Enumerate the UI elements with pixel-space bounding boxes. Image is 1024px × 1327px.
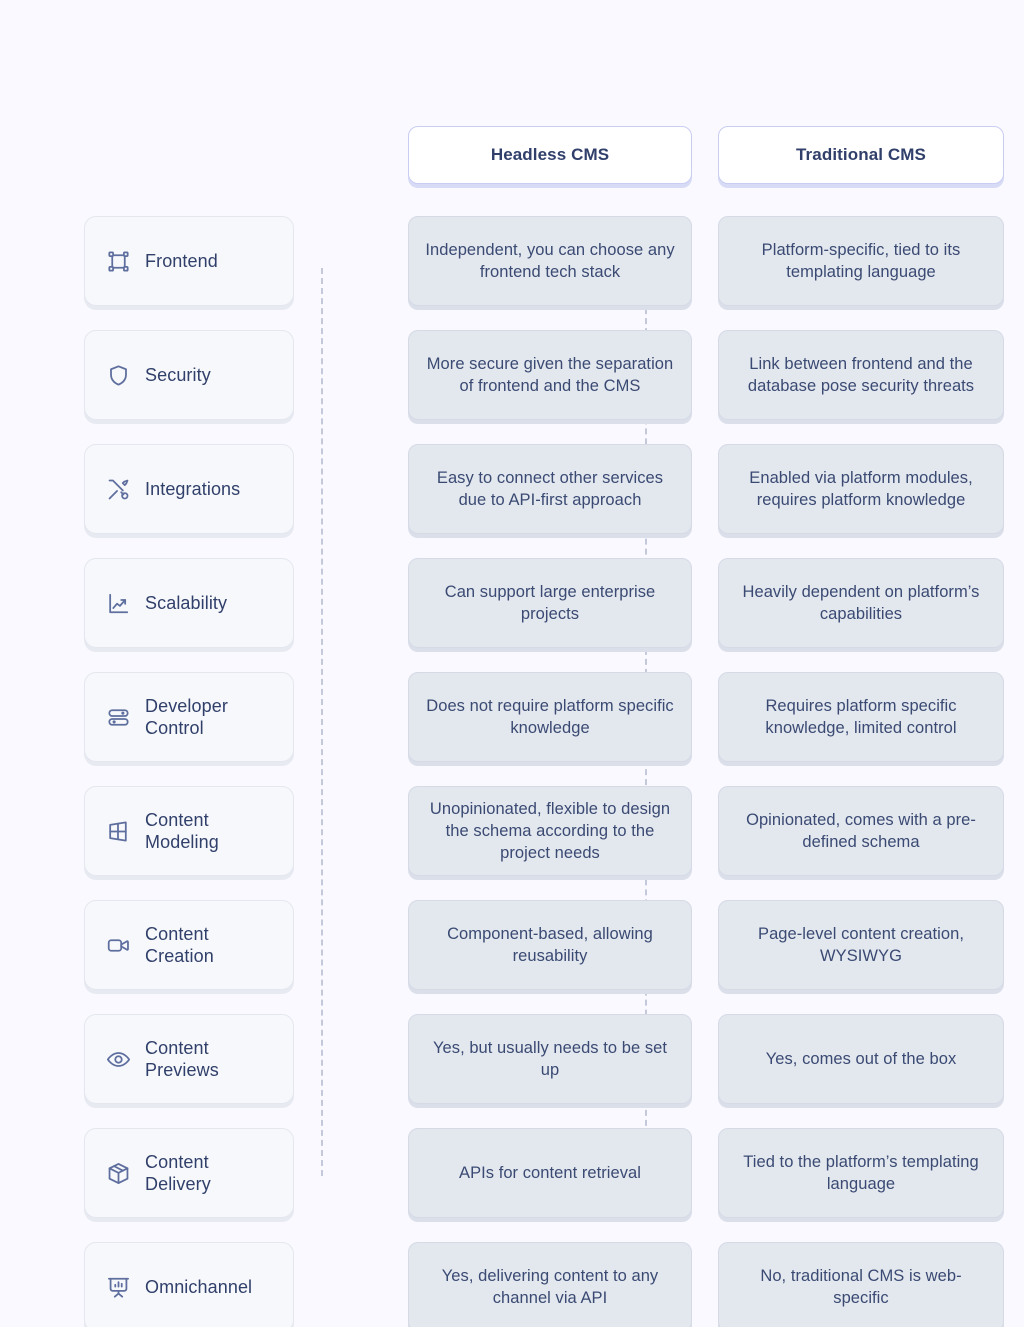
cell-text: Yes, comes out of the box — [765, 1049, 957, 1068]
cell-headless-content-modeling: Unopinionated, flexible to design the sc… — [408, 786, 692, 876]
cell-traditional-content-delivery: Tied to the platform’s templating langua… — [718, 1128, 1004, 1218]
chart-line-up-icon — [105, 590, 131, 616]
feature-label-content-delivery[interactable]: Content Delivery — [84, 1128, 294, 1218]
cell-traditional-frontend: Platform-specific, tied to its templatin… — [718, 216, 1004, 306]
cell-traditional-omnichannel: No, traditional CMS is web-specific — [718, 1242, 1004, 1327]
comparison-table: Headless CMS Traditional CMS Frontend In… — [0, 0, 1024, 1327]
cell-text: Enabled via platform modules, requires p… — [749, 468, 973, 509]
cell-text: Does not require platform specific knowl… — [426, 696, 674, 737]
tools-wrench-screwdriver-icon — [105, 476, 131, 502]
cell-traditional-integrations: Enabled via platform modules, requires p… — [718, 444, 1004, 534]
cell-text: Yes, but usually needs to be set up — [433, 1038, 667, 1079]
cell-text: Opinionated, comes with a pre-defined sc… — [746, 810, 976, 851]
feature-label-frontend[interactable]: Frontend — [84, 216, 294, 306]
feature-label-content-modeling[interactable]: Content Modeling — [84, 786, 294, 876]
cell-traditional-scalability: Heavily dependent on platform’s capabili… — [718, 558, 1004, 648]
cell-headless-integrations: Easy to connect other services due to AP… — [408, 444, 692, 534]
cell-text: Link between frontend and the database p… — [747, 354, 975, 395]
gutter-left — [294, 126, 408, 204]
cell-text: Page-level content creation, WYSIWYG — [758, 924, 964, 965]
presentation-chart-icon — [105, 1274, 131, 1300]
feature-label-scalability[interactable]: Scalability — [84, 558, 294, 648]
cell-text: Requires platform specific knowledge, li… — [765, 696, 957, 737]
artboard-frame-icon — [105, 248, 131, 274]
package-box-icon — [105, 1160, 131, 1186]
cell-headless-frontend: Independent, you can choose any frontend… — [408, 216, 692, 306]
feature-label-security[interactable]: Security — [84, 330, 294, 420]
feature-label-developer-control[interactable]: Developer Control — [84, 672, 294, 762]
feature-label-content-creation[interactable]: Content Creation — [84, 900, 294, 990]
cell-traditional-security: Link between frontend and the database p… — [718, 330, 1004, 420]
feature-label-integrations[interactable]: Integrations — [84, 444, 294, 534]
cell-traditional-content-modeling: Opinionated, comes with a pre-defined sc… — [718, 786, 1004, 876]
feature-label-text: Integrations — [145, 478, 241, 499]
feature-label-text: Content Creation — [145, 923, 214, 967]
feature-label-text: Developer Control — [145, 695, 228, 739]
feature-label-text: Frontend — [145, 250, 218, 271]
cell-text: Independent, you can choose any frontend… — [425, 240, 675, 281]
cell-headless-content-creation: Component-based, allowing reusability — [408, 900, 692, 990]
feature-label-text: Security — [145, 364, 211, 385]
cell-headless-omnichannel: Yes, delivering content to any channel v… — [408, 1242, 692, 1327]
sliders-control-icon — [105, 704, 131, 730]
video-camera-icon — [105, 932, 131, 958]
cell-traditional-content-previews: Yes, comes out of the box — [718, 1014, 1004, 1104]
cell-text: Platform-specific, tied to its templatin… — [761, 240, 961, 281]
cell-text: Can support large enterprise projects — [444, 582, 656, 623]
cell-headless-content-previews: Yes, but usually needs to be set up — [408, 1014, 692, 1104]
feature-label-content-previews[interactable]: Content Previews — [84, 1014, 294, 1104]
cell-headless-security: More secure given the separation of fron… — [408, 330, 692, 420]
cell-text: APIs for content retrieval — [459, 1163, 641, 1182]
comparison-grid: Headless CMS Traditional CMS Frontend In… — [84, 126, 1004, 1327]
cell-traditional-content-creation: Page-level content creation, WYSIWYG — [718, 900, 1004, 990]
feature-label-text: Content Modeling — [145, 809, 219, 853]
feature-label-text: Scalability — [145, 592, 228, 613]
column-header-headless-cms[interactable]: Headless CMS — [408, 126, 692, 184]
gutter-right — [692, 126, 718, 204]
feature-column-header-spacer — [84, 126, 294, 204]
cell-headless-scalability: Can support large enterprise projects — [408, 558, 692, 648]
cell-text: Unopinionated, flexible to design the sc… — [429, 799, 671, 863]
cell-headless-developer-control: Does not require platform specific knowl… — [408, 672, 692, 762]
cell-text: Component-based, allowing reusability — [447, 924, 653, 965]
feature-label-text: Omnichannel — [145, 1276, 253, 1297]
column-header-headless-cms-label: Headless CMS — [490, 145, 610, 164]
cell-text: Tied to the platform’s templating langua… — [743, 1152, 979, 1193]
column-header-traditional-cms[interactable]: Traditional CMS — [718, 126, 1004, 184]
cell-text: Yes, delivering content to any channel v… — [441, 1266, 659, 1307]
feature-label-omnichannel[interactable]: Omnichannel — [84, 1242, 294, 1327]
feature-label-text: Content Previews — [145, 1037, 219, 1081]
cell-traditional-developer-control: Requires platform specific knowledge, li… — [718, 672, 1004, 762]
cell-text: More secure given the separation of fron… — [426, 354, 674, 395]
cell-text: Heavily dependent on platform’s capabili… — [742, 582, 980, 623]
eye-icon — [105, 1046, 131, 1072]
grid-perspective-icon — [105, 818, 131, 844]
feature-label-text: Content Delivery — [145, 1151, 211, 1195]
cell-text: Easy to connect other services due to AP… — [436, 468, 664, 509]
cell-text: No, traditional CMS is web-specific — [760, 1266, 962, 1307]
cell-headless-content-delivery: APIs for content retrieval — [408, 1128, 692, 1218]
shield-icon — [105, 362, 131, 388]
column-header-traditional-cms-label: Traditional CMS — [796, 145, 926, 164]
